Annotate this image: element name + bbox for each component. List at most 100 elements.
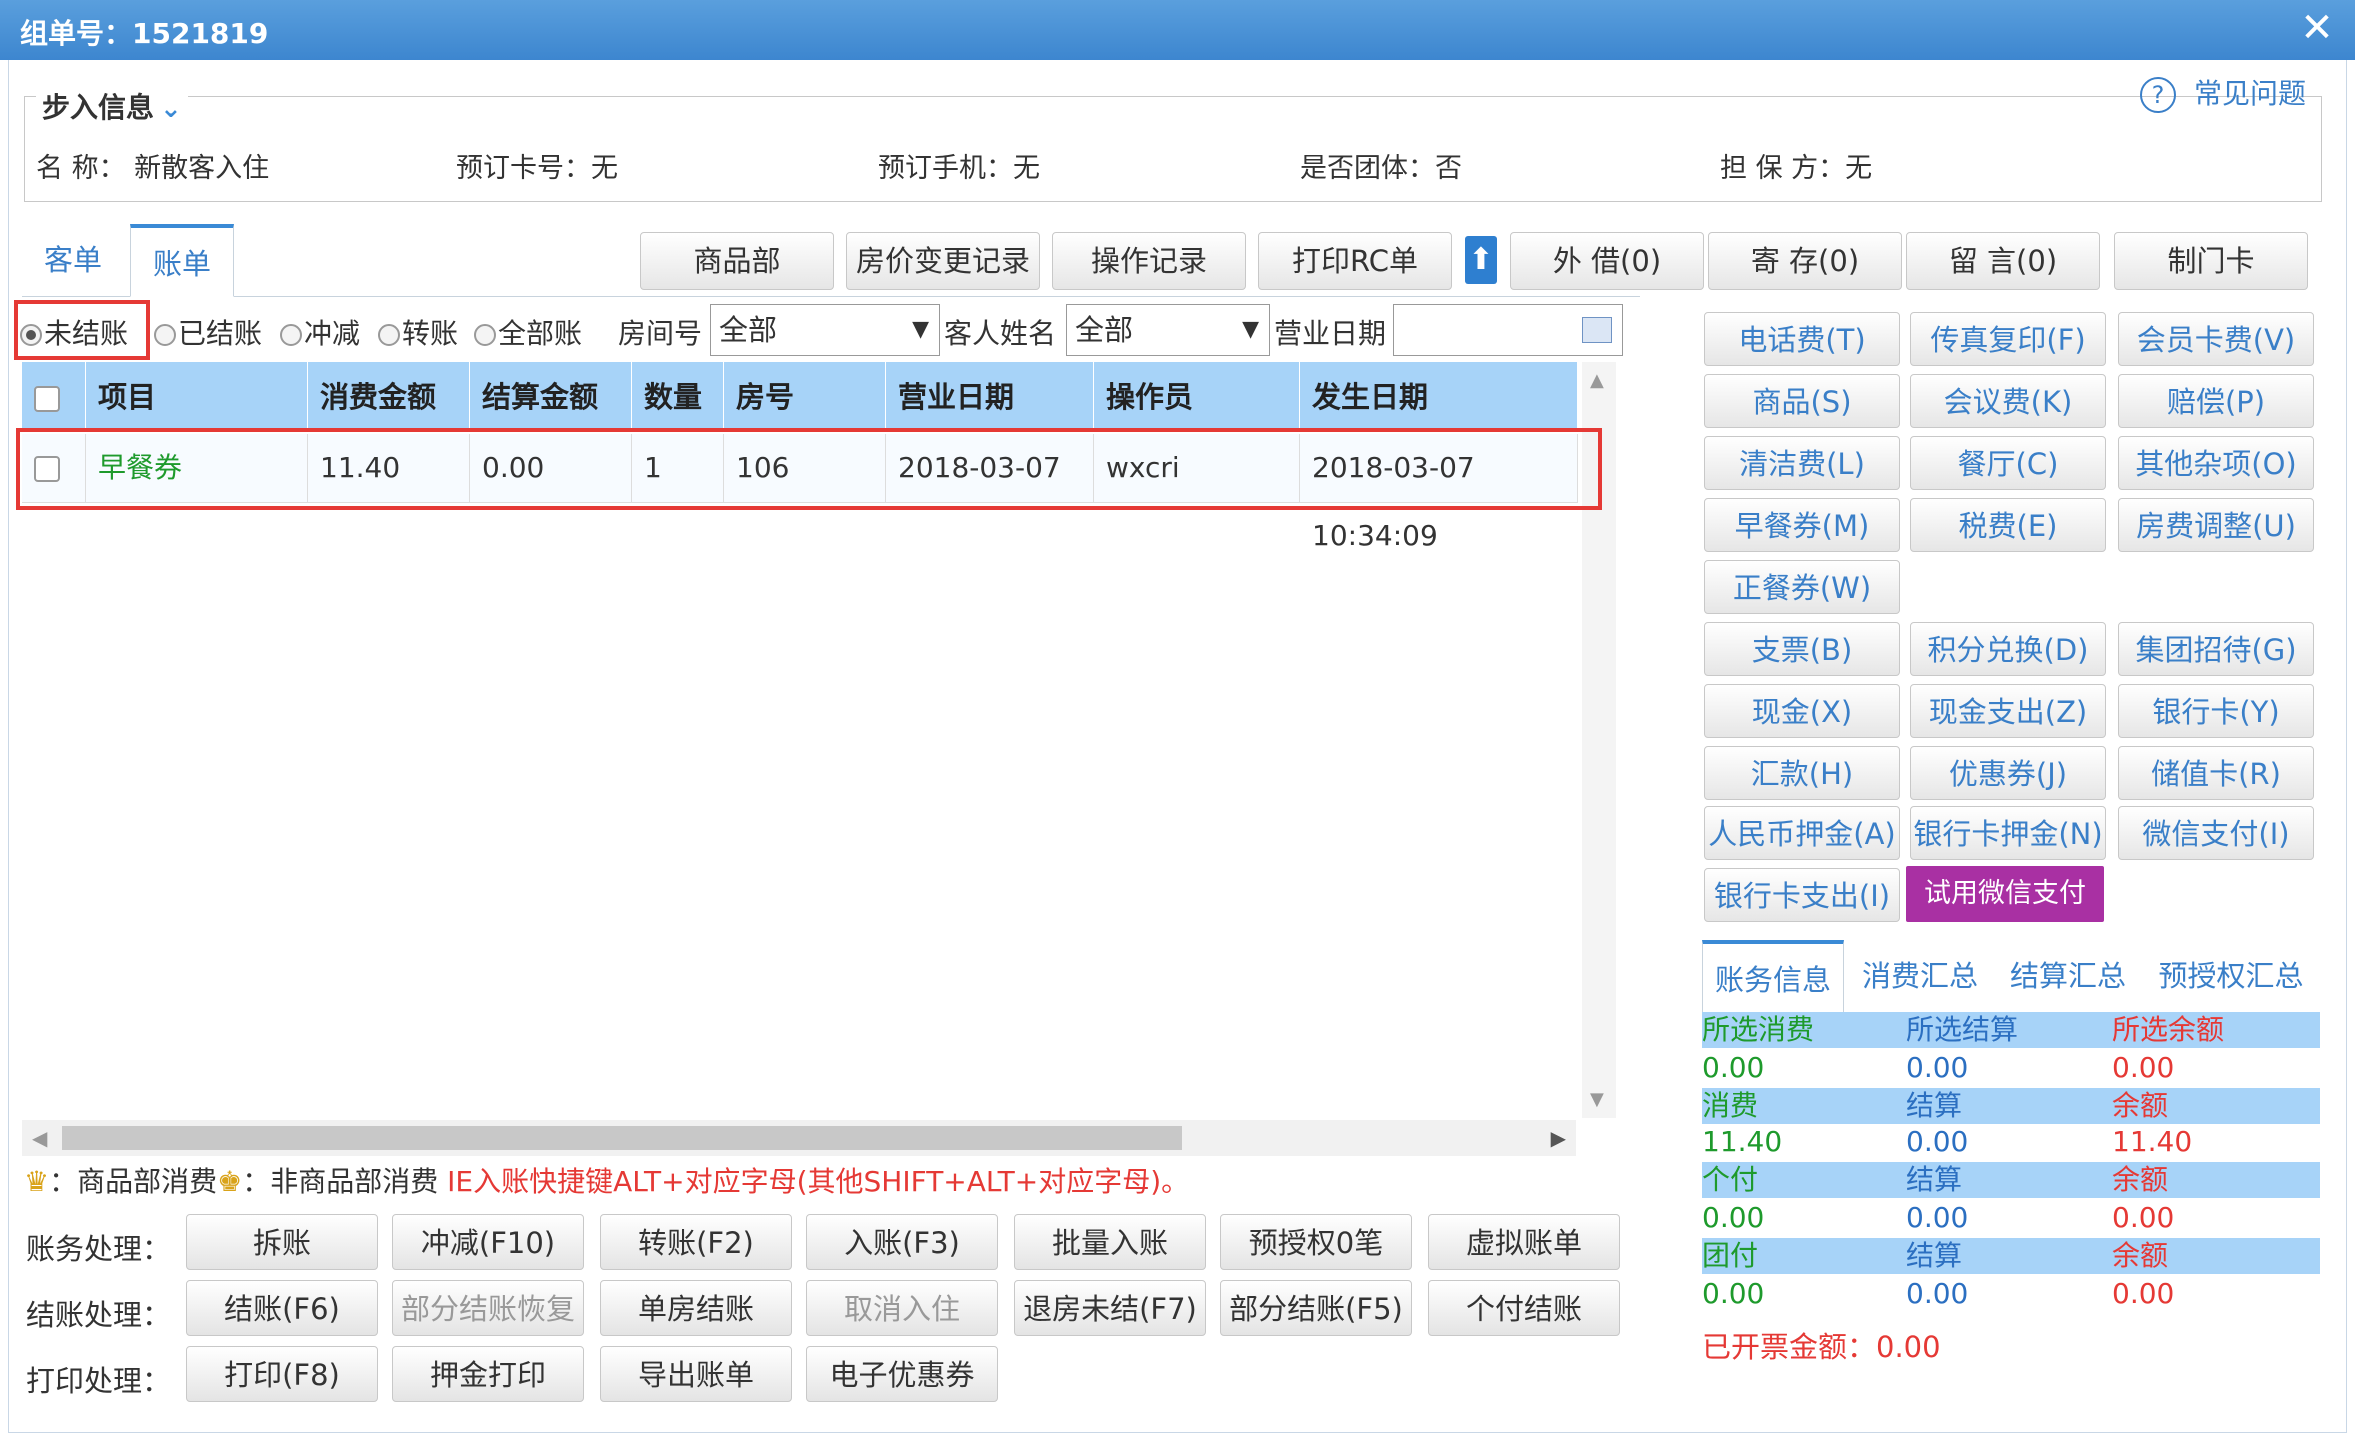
horizontal-scroll-thumb[interactable] <box>62 1126 1182 1150</box>
phone-fee-button[interactable]: 电话费(T) <box>1704 312 1900 366</box>
points-exchange-button[interactable]: 积分兑换(D) <box>1910 622 2106 676</box>
checkout-unsettled-button[interactable]: 退房未结(F7) <box>1014 1280 1206 1336</box>
chevron-down-icon[interactable]: ⌄ <box>160 94 182 124</box>
cash-button[interactable]: 现金(X) <box>1704 684 1900 738</box>
col-settlement[interactable]: 结算金额 <box>470 362 632 432</box>
group-settlement-label: 结算 <box>1906 1239 1963 1272</box>
breakfast-coupon-button[interactable]: 早餐券(M) <box>1704 498 1900 552</box>
checkin-legend-label: 步入信息 <box>42 91 155 124</box>
tab-account-info[interactable]: 账务信息 <box>1702 940 1844 1013</box>
e-coupon-button[interactable]: 电子优惠券 <box>806 1346 998 1402</box>
col-item[interactable]: 项目 <box>86 362 308 432</box>
wechat-pay-button[interactable]: 微信支付(I) <box>2118 806 2314 860</box>
cash-payout-button[interactable]: 现金支出(Z) <box>1910 684 2106 738</box>
col-room[interactable]: 房号 <box>724 362 886 432</box>
goods-dept-icon: ♛ <box>24 1165 50 1198</box>
scroll-down-icon[interactable]: ▼ <box>1590 1089 1604 1110</box>
help-icon: ? <box>2140 77 2176 113</box>
checkout-button[interactable]: 结账(F6) <box>186 1280 378 1336</box>
room-rate-adjust-button[interactable]: 房费调整(U) <box>2118 498 2314 552</box>
col-operator[interactable]: 操作员 <box>1094 362 1300 432</box>
scroll-up-icon[interactable]: ▲ <box>1590 370 1604 391</box>
individual-checkout-button[interactable]: 个付结账 <box>1428 1280 1620 1336</box>
close-icon[interactable]: ✕ <box>2297 8 2337 48</box>
post-charge-button[interactable]: 入账(F3) <box>806 1214 998 1270</box>
deposit-print-button[interactable]: 押金打印 <box>392 1346 584 1402</box>
select-all-checkbox[interactable] <box>34 386 60 412</box>
cancel-checkin-button[interactable]: 取消入住 <box>806 1280 998 1336</box>
batch-post-button[interactable]: 批量入账 <box>1014 1214 1206 1270</box>
tab-consumption-summary[interactable]: 消费汇总 <box>1846 940 1994 1012</box>
offset-button[interactable]: 冲减(F10) <box>392 1214 584 1270</box>
radio-transfer[interactable] <box>378 324 400 346</box>
message-button[interactable]: 留 言(0) <box>1906 232 2100 290</box>
lend-button[interactable]: 外 借(0) <box>1510 232 1704 290</box>
make-door-card-button[interactable]: 制门卡 <box>2114 232 2308 290</box>
faq-link[interactable]: ? 常见问题 <box>2140 72 2306 113</box>
split-bill-button[interactable]: 拆账 <box>186 1214 378 1270</box>
group-pay-label: 团付 <box>1702 1239 1759 1272</box>
arrow-up-icon[interactable]: ⬆ <box>1465 236 1497 284</box>
print-label: 打印处理： <box>26 1364 172 1398</box>
checkin-legend[interactable]: 步入信息 ⌄ <box>36 86 188 126</box>
meeting-fee-button[interactable]: 会议费(K) <box>1910 374 2106 428</box>
select-all-cell <box>22 362 86 432</box>
business-date-input[interactable] <box>1393 304 1623 356</box>
meal-coupon-button[interactable]: 正餐券(W) <box>1704 560 1900 614</box>
group-entertain-button[interactable]: 集团招待(G) <box>2118 622 2314 676</box>
export-bill-button[interactable]: 导出账单 <box>600 1346 792 1402</box>
bank-card-button[interactable]: 银行卡(Y) <box>2118 684 2314 738</box>
scroll-left-icon[interactable]: ◀ <box>32 1126 47 1150</box>
cheque-button[interactable]: 支票(B) <box>1704 622 1900 676</box>
col-quantity[interactable]: 数量 <box>632 362 724 432</box>
scroll-right-icon[interactable]: ▶ <box>1551 1126 1566 1150</box>
col-occur-date[interactable]: 发生日期 <box>1300 362 1578 432</box>
goods-dept-button[interactable]: 商品部 <box>640 232 834 290</box>
rmb-deposit-button[interactable]: 人民币押金(A) <box>1704 806 1900 860</box>
tab-preauth-summary[interactable]: 预授权汇总 <box>2142 940 2320 1012</box>
transfer-button[interactable]: 转账(F2) <box>600 1214 792 1270</box>
wechat-trial-button[interactable]: 试用微信支付 <box>1906 866 2104 922</box>
stored-value-card-button[interactable]: 储值卡(R) <box>2118 746 2314 800</box>
tab-guest[interactable]: 客单 <box>22 224 124 296</box>
radio-all[interactable] <box>474 324 496 346</box>
remittance-button[interactable]: 汇款(H) <box>1704 746 1900 800</box>
room-select[interactable]: 全部 ▼ <box>710 304 940 356</box>
radio-offset[interactable] <box>280 324 302 346</box>
col-consumption[interactable]: 消费金额 <box>308 362 470 432</box>
coupon-button[interactable]: 优惠券(J) <box>1910 746 2106 800</box>
rate-change-log-button[interactable]: 房价变更记录 <box>846 232 1040 290</box>
operation-log-button[interactable]: 操作记录 <box>1052 232 1246 290</box>
tab-bill[interactable]: 账单 <box>130 224 235 297</box>
compensation-button[interactable]: 赔偿(P) <box>2118 374 2314 428</box>
bank-card-deposit-button[interactable]: 银行卡押金(N) <box>1910 806 2106 860</box>
col-business-date[interactable]: 营业日期 <box>886 362 1094 432</box>
tax-button[interactable]: 税费(E) <box>1910 498 2106 552</box>
legend-line: ♛：商品部消费♚：非商品部消费 IE入账快捷键ALT+对应字母(其他SHIFT+… <box>24 1160 1189 1200</box>
tab-settlement-summary[interactable]: 结算汇总 <box>1994 940 2142 1012</box>
goods-button[interactable]: 商品(S) <box>1704 374 1900 428</box>
faq-label: 常见问题 <box>2194 77 2307 110</box>
partial-checkout-restore-button[interactable]: 部分结账恢复 <box>392 1280 584 1336</box>
horizontal-scrollbar[interactable]: ◀ ▶ <box>22 1120 1576 1156</box>
single-room-checkout-button[interactable]: 单房结账 <box>600 1280 792 1336</box>
cleaning-fee-button[interactable]: 清洁费(L) <box>1704 436 1900 490</box>
calendar-icon[interactable] <box>1582 317 1612 343</box>
fax-copy-button[interactable]: 传真复印(F) <box>1910 312 2106 366</box>
guest-name-select[interactable]: 全部 ▼ <box>1066 304 1270 356</box>
print-rc-button[interactable]: 打印RC单 <box>1258 232 1452 290</box>
print-button[interactable]: 打印(F8) <box>186 1346 378 1402</box>
shortcut-hint: IE入账快捷键ALT+对应字母(其他SHIFT+ALT+对应字母)。 <box>447 1165 1190 1198</box>
member-card-fee-button[interactable]: 会员卡费(V) <box>2118 312 2314 366</box>
restaurant-button[interactable]: 餐厅(C) <box>1910 436 2106 490</box>
partial-checkout-button[interactable]: 部分结账(F5) <box>1220 1280 1412 1336</box>
misc-button[interactable]: 其他杂项(O) <box>2118 436 2314 490</box>
individual-pay-value: 0.00 <box>1702 1201 1765 1234</box>
bank-card-payout-button[interactable]: 银行卡支出(I) <box>1704 868 1900 922</box>
selected-consumption-value: 0.00 <box>1702 1051 1765 1084</box>
virtual-bill-button[interactable]: 虚拟账单 <box>1428 1214 1620 1270</box>
radio-settled[interactable] <box>154 324 176 346</box>
pre-auth-button[interactable]: 预授权0笔(F4) <box>1220 1214 1412 1316</box>
deposit-storage-button[interactable]: 寄 存(0) <box>1708 232 1902 290</box>
checkout-label: 结账处理： <box>26 1298 172 1332</box>
